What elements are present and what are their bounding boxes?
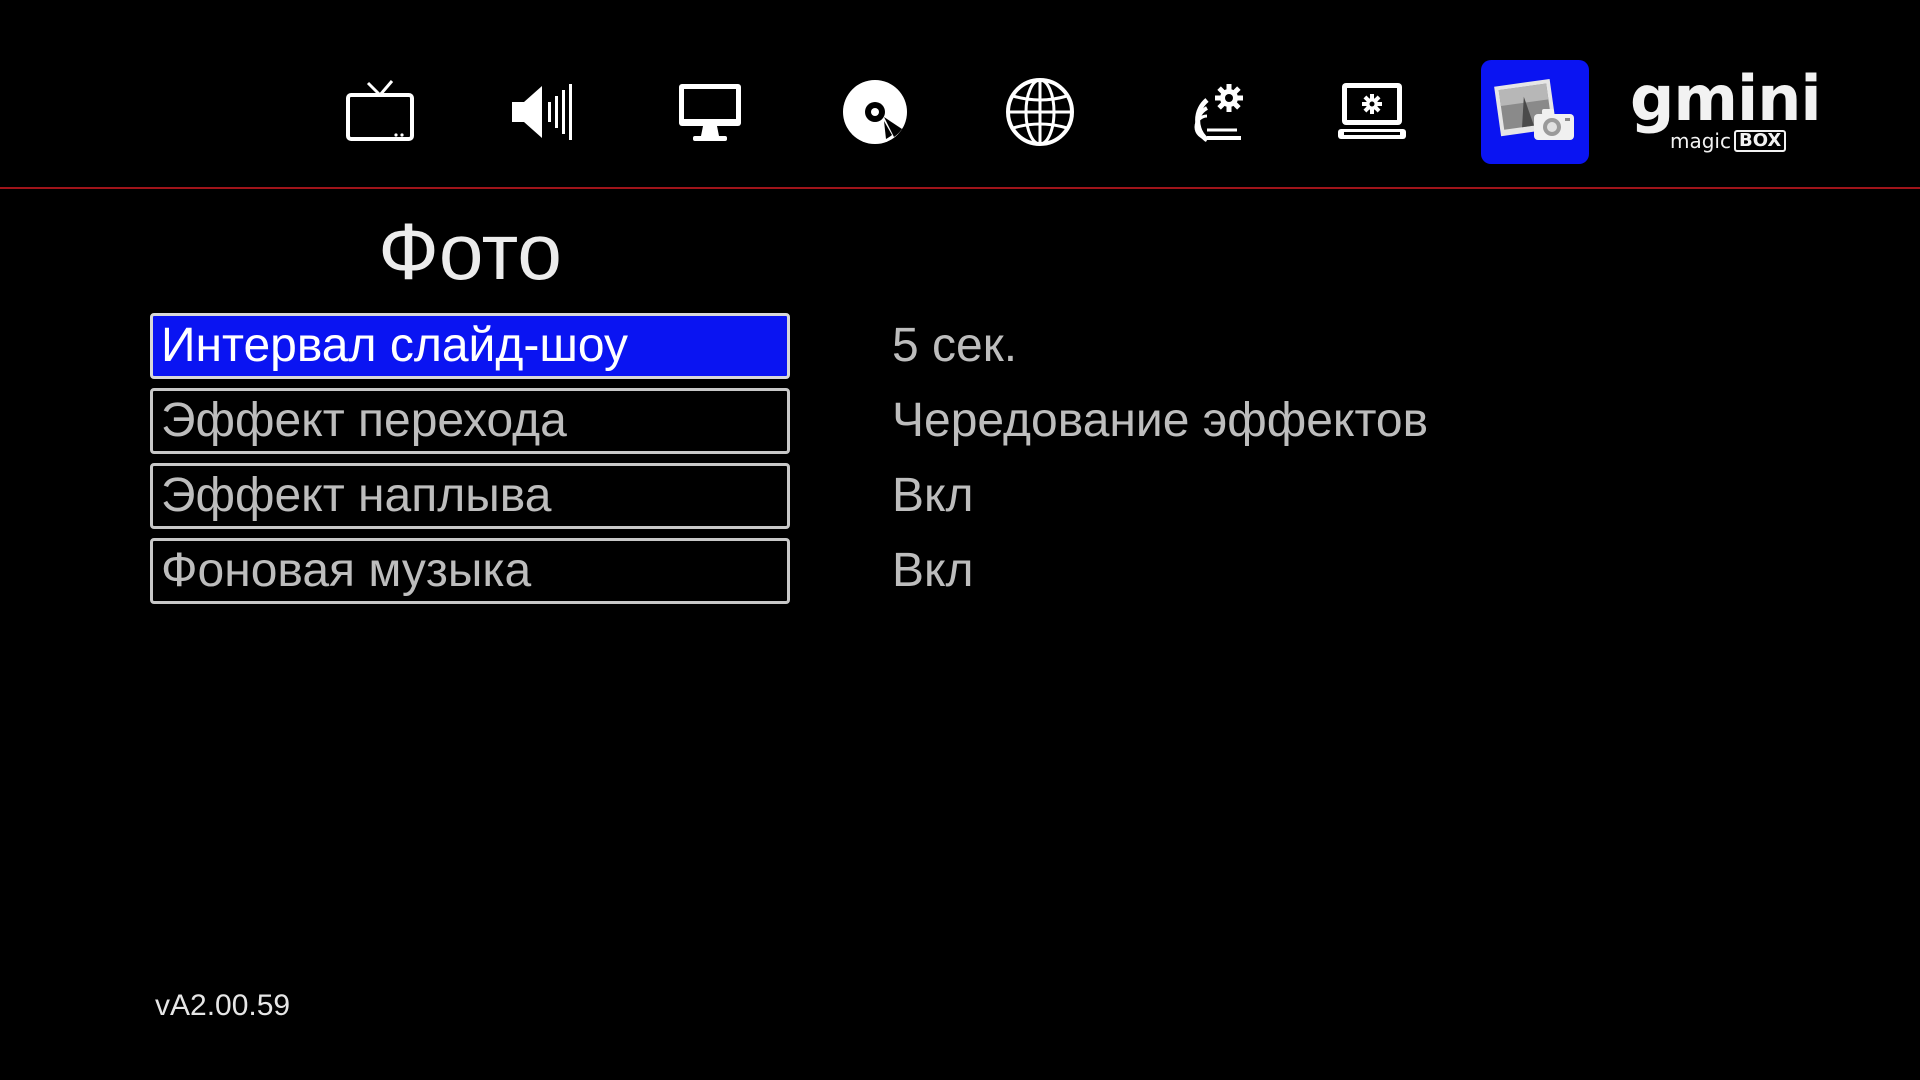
nav-display-settings[interactable] bbox=[1318, 60, 1426, 164]
nav-network[interactable] bbox=[986, 60, 1094, 164]
disc-icon bbox=[840, 77, 910, 147]
nav-audio[interactable] bbox=[489, 60, 597, 164]
nav-system[interactable] bbox=[1153, 60, 1261, 164]
header-divider bbox=[0, 187, 1920, 189]
setting-background-music[interactable]: Фоновая музыка bbox=[150, 538, 790, 604]
volume-icon bbox=[508, 80, 578, 144]
logo-subtitle: magic BOX bbox=[1670, 129, 1787, 153]
firmware-version: vA2.00.59 bbox=[155, 989, 291, 1022]
setting-fade-effect[interactable]: Эффект наплыва bbox=[150, 463, 790, 529]
setting-transition-effect[interactable]: Эффект перехода bbox=[150, 388, 790, 454]
display-settings-icon bbox=[1336, 79, 1408, 145]
page-title: Фото bbox=[378, 207, 562, 296]
setting-transition-effect-value: Чередование эффектов bbox=[892, 394, 1429, 447]
top-navigation-bar: gmini magic BOX bbox=[0, 0, 1920, 188]
nav-disc[interactable] bbox=[821, 60, 929, 164]
nav-tv[interactable] bbox=[326, 60, 434, 164]
settings-screen: gmini magic BOX Фото Интервал слайд-шоу … bbox=[0, 0, 1920, 1080]
nav-video[interactable] bbox=[656, 60, 764, 164]
setting-slideshow-interval[interactable]: Интервал слайд-шоу bbox=[150, 313, 790, 379]
nav-photo[interactable] bbox=[1481, 60, 1589, 164]
setting-slideshow-interval-value: 5 сек. bbox=[892, 319, 1018, 372]
logo-box-text: BOX bbox=[1734, 130, 1787, 152]
tv-icon bbox=[344, 77, 416, 147]
setting-fade-effect-value: Вкл bbox=[892, 469, 974, 522]
brand-logo: gmini magic BOX bbox=[1630, 68, 1822, 158]
system-settings-icon bbox=[1167, 80, 1247, 144]
photo-camera-icon bbox=[1490, 72, 1580, 152]
monitor-icon bbox=[675, 80, 745, 144]
logo-sub-text: magic bbox=[1670, 129, 1731, 153]
globe-icon bbox=[1004, 76, 1076, 148]
logo-wordmark: gmini bbox=[1630, 62, 1822, 135]
setting-background-music-value: Вкл bbox=[892, 544, 974, 597]
